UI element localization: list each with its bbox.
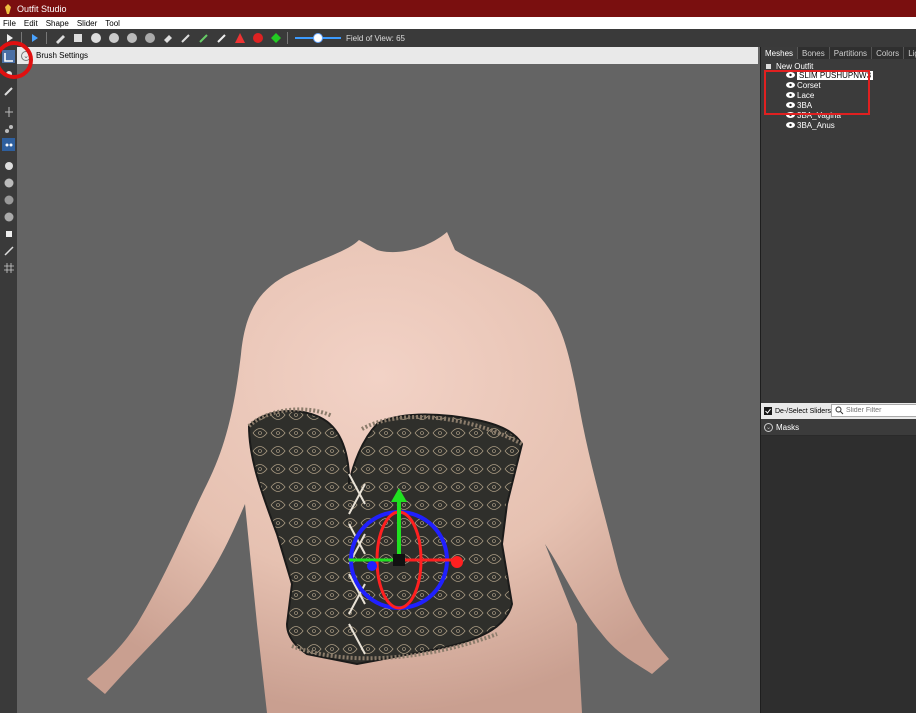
menu-edit[interactable]: Edit (20, 19, 42, 28)
main-toolbar: Field of View: 65 (0, 29, 916, 47)
brush-soft-icon[interactable] (2, 210, 15, 223)
grid-tool-icon[interactable] (2, 261, 15, 274)
tab-meshes[interactable]: Meshes (761, 47, 799, 59)
menu-slider[interactable]: Slider (73, 19, 101, 28)
menu-shape[interactable]: Shape (42, 19, 73, 28)
stop-icon[interactable] (250, 30, 266, 46)
eye-icon[interactable] (786, 122, 795, 128)
3d-viewport[interactable] (17, 64, 758, 713)
nodes-tool-icon[interactable] (2, 122, 15, 135)
search-icon (835, 406, 844, 415)
paint-green-icon[interactable] (196, 30, 212, 46)
sphere-icon[interactable] (88, 30, 104, 46)
slider-filter-field[interactable] (831, 404, 916, 417)
brush-settings-label: Brush Settings (36, 51, 89, 60)
mesh-item[interactable]: 3BA_Anus (786, 120, 835, 130)
weight-tool-icon[interactable] (2, 244, 15, 257)
inflate-icon[interactable] (124, 30, 140, 46)
highlight-box (764, 70, 870, 115)
checkbox-icon[interactable] (764, 407, 772, 415)
smooth-icon[interactable] (106, 30, 122, 46)
slider-toolbar: De-/Select Sliders (761, 403, 916, 419)
menu-file[interactable]: File (0, 19, 20, 28)
diamond-icon[interactable] (268, 30, 284, 46)
window-title: Outfit Studio (17, 3, 67, 14)
slider-list (761, 436, 916, 713)
deflate-icon[interactable] (142, 30, 158, 46)
corset (247, 410, 524, 666)
menu-tool[interactable]: Tool (101, 19, 124, 28)
tab-lights[interactable]: Lights (904, 47, 916, 59)
masks-label: Masks (776, 423, 800, 432)
masks-row[interactable]: ⌄ Masks (761, 420, 916, 436)
toolbar-divider (287, 32, 288, 44)
deselect-sliders-label[interactable]: De-/Select Sliders (775, 408, 831, 415)
tab-colors[interactable]: Colors (872, 47, 905, 59)
mirror-tool-icon[interactable] (2, 105, 15, 118)
paint-white-icon[interactable] (214, 30, 230, 46)
mesh-tree: New Outfit SLIM PUSHUPNW3 Corset Lace 3B… (761, 60, 916, 405)
panel-tabs: Meshes Bones Partitions Colors Lights (761, 47, 916, 59)
pencil-tool-icon[interactable] (2, 84, 15, 97)
brush-small-icon[interactable] (2, 159, 15, 172)
warning-icon[interactable] (232, 30, 248, 46)
field-of-view-label: Field of View: 65 (346, 33, 405, 43)
dots-tool-icon[interactable] (2, 138, 15, 151)
slider-filter-input[interactable] (846, 407, 914, 414)
model-render (87, 232, 669, 713)
tab-partitions[interactable]: Partitions (830, 47, 873, 59)
mesh-item-label: 3BA_Anus (797, 120, 835, 130)
title-bar: Outfit Studio (0, 0, 916, 17)
select-mesh-icon[interactable] (27, 30, 43, 46)
pen-icon[interactable] (178, 30, 194, 46)
tab-bones[interactable]: Bones (798, 47, 830, 59)
brush-settings-bar[interactable]: ⌄ Brush Settings (17, 47, 758, 64)
brush-icon[interactable] (52, 30, 68, 46)
left-tool-strip (0, 47, 17, 713)
app-icon (5, 3, 11, 14)
chevron-down-icon[interactable]: ⌄ (764, 423, 773, 432)
transform-icon[interactable] (70, 30, 86, 46)
brush-medium-icon[interactable] (2, 176, 15, 189)
right-panel: Meshes Bones Partitions Colors Lights Ne… (760, 47, 916, 713)
collapse-box-icon[interactable] (766, 64, 771, 69)
cube-tool-icon[interactable] (2, 227, 15, 240)
menu-bar: File Edit Shape Slider Tool (0, 17, 916, 29)
toolbar-divider (46, 32, 47, 44)
field-of-view-slider[interactable] (295, 32, 341, 44)
brush-large-icon[interactable] (2, 193, 15, 206)
eraser-icon[interactable] (160, 30, 176, 46)
